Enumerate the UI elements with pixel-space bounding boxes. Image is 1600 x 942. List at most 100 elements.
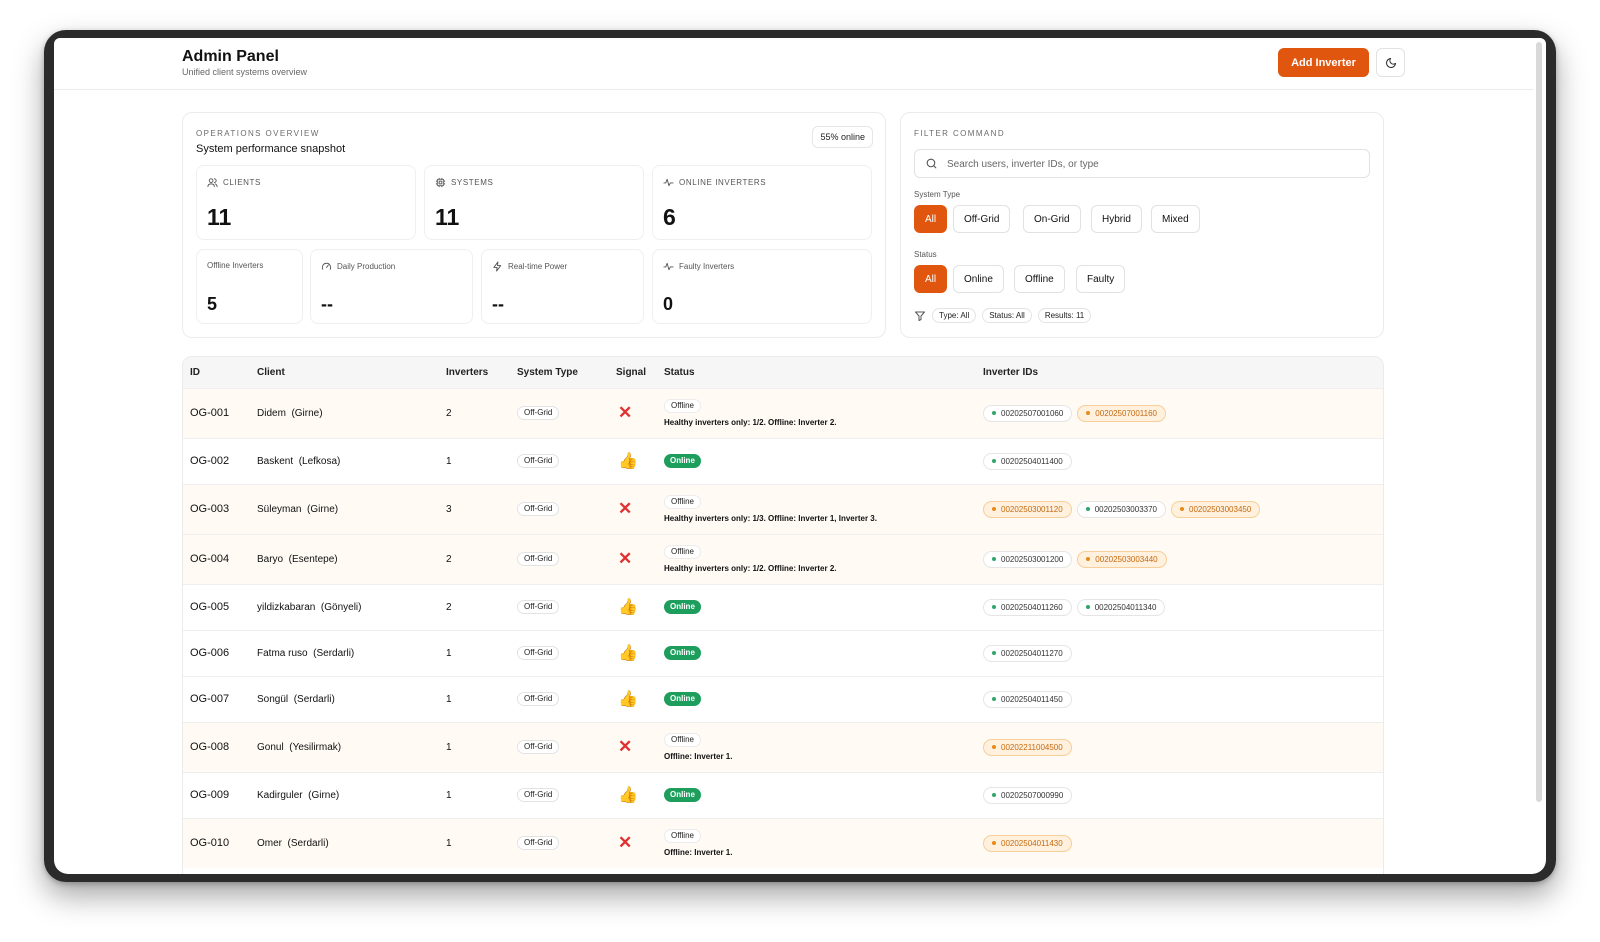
inverter-id-chip[interactable]: 00202504011340	[1076, 598, 1166, 616]
table-row[interactable]: OG-005 yildizkabaran (Gönyeli) 2 Off-Grid 👍 O…	[183, 583, 1383, 630]
inverter-id-chip[interactable]: 00202503003450	[1171, 500, 1261, 518]
healthy-dot-icon	[992, 651, 996, 655]
thumbs-up-icon: 👍	[618, 691, 638, 708]
table-row[interactable]: OG-010 Omer (Serdarli) 1 Off-Grid ✕ Offline Of…	[183, 817, 1383, 868]
inverter-id-chip[interactable]: 00202504011450	[983, 690, 1072, 708]
column-header-inverters[interactable]: Inverters	[439, 357, 510, 388]
cell-status: Online	[657, 675, 976, 722]
system-type-badge: Off-Grid	[517, 646, 560, 660]
inverter-id-chip[interactable]: 00202211004500	[983, 738, 1072, 756]
clients-label: CLIENTS	[223, 178, 261, 187]
inverter-id-chip[interactable]: 00202504011400	[983, 452, 1072, 470]
type-summary-tag: Type: All	[932, 308, 977, 323]
filter-command-card: FILTER COMMAND System Type All Off-Grid …	[900, 112, 1384, 338]
cell-inverters: 1	[439, 675, 510, 722]
page-scrollbar[interactable]	[1536, 42, 1542, 802]
column-header-system-type[interactable]: System Type	[510, 357, 609, 388]
system-type-badge: Off-Grid	[517, 600, 560, 614]
cell-signal: ✕	[609, 721, 657, 772]
cross-icon: ✕	[618, 833, 633, 853]
cell-status: Offline Offline: Inverter 1.	[657, 817, 976, 868]
table-row[interactable]: OG-003 Süleyman (Girne) 3 Off-Grid ✕ Offline H…	[183, 483, 1383, 534]
table-row[interactable]: OG-008 Gonul (Yesilirmak) 1 Off-Grid ✕ Offlin…	[183, 721, 1383, 772]
inverter-id-chip[interactable]: 00202503003370	[1076, 500, 1166, 518]
inverter-id-text: 00202504011450	[1001, 694, 1063, 704]
inverter-id-chip[interactable]: 00202503001200	[983, 550, 1073, 568]
offline-inverters-label: Offline Inverters	[207, 261, 264, 270]
filter-icon	[915, 311, 925, 321]
theme-toggle-button[interactable]	[1376, 48, 1405, 77]
cell-inverter-ids: 00202211004500	[976, 721, 1383, 772]
cell-inverter-ids: 00202507001060 00202507001160	[976, 387, 1383, 438]
inverter-id-text: 00202504011430	[1001, 838, 1063, 848]
system-type-hybrid-button[interactable]: Hybrid	[1091, 205, 1142, 233]
inverter-id-chip[interactable]: 00202507001060	[983, 404, 1073, 422]
inverter-id-text: 00202503001200	[1001, 554, 1064, 564]
inverter-id-chip[interactable]: 00202503001120	[983, 500, 1072, 518]
table-row[interactable]: OG-001 Didem (Girne) 2 Off-Grid ✕ Offline Heal…	[183, 387, 1383, 438]
column-header-status[interactable]: Status	[657, 357, 976, 388]
daily-production-value: --	[321, 294, 333, 314]
search-input[interactable]	[947, 155, 1347, 173]
cell-status: Offline Offline: Inverter 1.	[657, 721, 976, 772]
status-note: Offline: Inverter 1.	[664, 848, 733, 858]
healthy-dot-icon	[1085, 507, 1090, 511]
inverter-id-chip[interactable]: 00202504011260	[983, 598, 1072, 616]
inverter-id-chip[interactable]: 00202507000990	[983, 786, 1073, 804]
device-frame: Admin Panel Unified client systems overv…	[44, 30, 1556, 882]
healthy-dot-icon	[992, 697, 996, 701]
healthy-dot-icon	[992, 557, 996, 561]
system-type-all-button[interactable]: All	[914, 205, 948, 233]
system-type-on-grid-button[interactable]: On-Grid	[1023, 205, 1081, 233]
status-offline-button[interactable]: Offline	[1014, 265, 1065, 293]
table-row[interactable]: OG-002 Baskent (Lefkosa) 1 Off-Grid 👍 Online 0…	[183, 437, 1383, 484]
bolt-icon	[493, 261, 502, 272]
status-online-button[interactable]: Online	[953, 265, 1004, 293]
cell-client: Baryo (Esentepe)	[250, 533, 439, 584]
cell-signal: ✕	[609, 817, 657, 868]
system-type-badge: Off-Grid	[517, 692, 560, 706]
overview-eyebrow: OPERATIONS OVERVIEW	[196, 129, 320, 138]
add-inverter-button[interactable]: Add Inverter	[1278, 48, 1369, 77]
activity-icon	[663, 178, 674, 187]
column-header-signal[interactable]: Signal	[609, 357, 657, 388]
inverter-id-text: 00202211004500	[1001, 742, 1063, 752]
inverter-id-chip[interactable]: 00202503003440	[1077, 550, 1167, 568]
system-type-off-grid-button[interactable]: Off-Grid	[953, 205, 1011, 233]
offline-dot-icon	[1086, 411, 1091, 415]
system-type-mixed-button[interactable]: Mixed	[1151, 205, 1200, 233]
search-box[interactable]	[914, 149, 1370, 178]
cell-client: Songül (Serdarli)	[250, 675, 439, 722]
cell-inverter-ids: 00202504011450	[976, 675, 1383, 722]
cross-icon: ✕	[618, 737, 633, 756]
status-badge-offline: Offline	[664, 495, 701, 509]
cell-signal: ✕	[609, 533, 657, 584]
inverter-id-chip[interactable]: 00202504011430	[983, 834, 1072, 852]
inverter-id-chip[interactable]: 00202504011270	[983, 644, 1072, 662]
table-row[interactable]: OG-007 Songül (Serdarli) 1 Off-Grid 👍 Online 0…	[183, 675, 1383, 722]
cell-status: Online	[657, 629, 976, 676]
table-row[interactable]: OG-009 Kadirguler (Girne) 1 Off-Grid 👍 Online…	[183, 771, 1383, 818]
column-header-id[interactable]: ID	[183, 357, 250, 388]
status-badge-online: Online	[664, 646, 701, 660]
inverter-id-chip[interactable]: 00202507001160	[1077, 404, 1166, 422]
system-type-badge: Off-Grid	[517, 740, 560, 754]
column-header-client[interactable]: Client	[250, 357, 439, 388]
cross-icon: ✕	[618, 549, 633, 568]
status-all-button[interactable]: All	[914, 265, 948, 293]
inverter-id-text: 00202503001120	[1001, 504, 1063, 514]
table-row[interactable]: OG-004 Baryo (Esentepe) 2 Off-Grid ✕ Offline H…	[183, 533, 1383, 584]
column-header-inverter-ids[interactable]: Inverter IDs	[976, 357, 1383, 388]
daily-production-stat-card: Daily Production --	[310, 249, 473, 324]
status-badge-online: Online	[664, 692, 701, 706]
healthy-dot-icon	[992, 605, 996, 609]
status-faulty-button[interactable]: Faulty	[1076, 265, 1126, 293]
table-row[interactable]: OG-006 Fatma ruso (Serdarli) 1 Off-Grid 👍 Onl…	[183, 629, 1383, 676]
thumbs-up-icon: 👍	[618, 453, 638, 470]
cell-inverters: 1	[439, 629, 510, 676]
status-summary-tag: Status: All	[982, 308, 1032, 323]
system-type-badge: Off-Grid	[517, 406, 560, 420]
inverter-id-text: 00202507001060	[1001, 408, 1064, 418]
offline-dot-icon	[1086, 557, 1091, 561]
healthy-dot-icon	[992, 459, 996, 463]
